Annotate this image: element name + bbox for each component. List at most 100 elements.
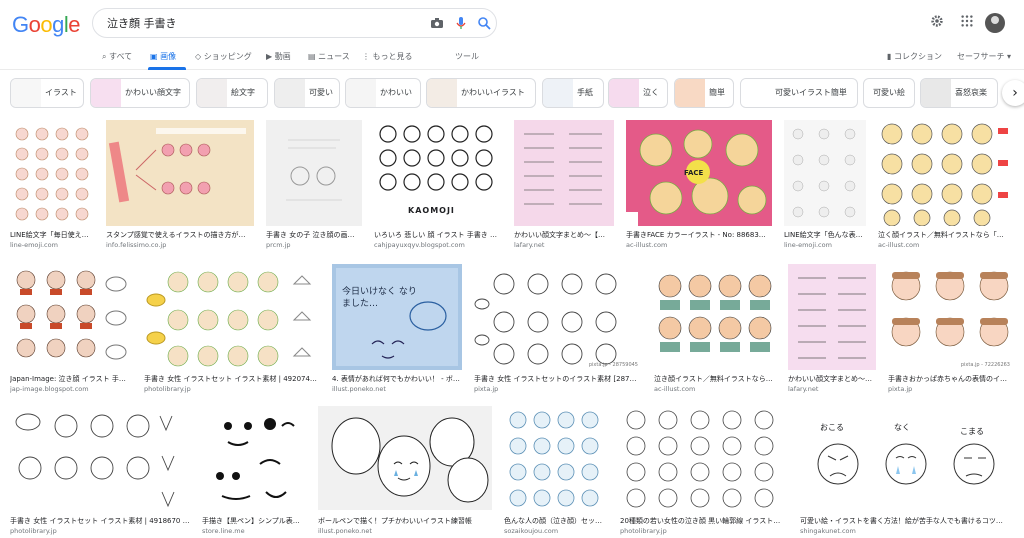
result-image[interactable]	[10, 406, 190, 510]
tab-tools[interactable]: ツール	[455, 51, 479, 62]
result-title[interactable]: 色んな人の顔（泣き顔）セッ…	[504, 516, 608, 526]
result-tile[interactable]: pixta.jp - 72226263 手書きおかっぱ赤ちゃんの表情のイ… pi…	[888, 264, 1014, 396]
result-image[interactable]: KAOMOJI	[374, 120, 502, 226]
result-tile[interactable]: 手書き 女の子 泣き顔の画… prcm.jp	[266, 120, 362, 250]
result-title[interactable]: LINE絵文字「毎日使え…	[10, 230, 94, 240]
result-image[interactable]: FACE	[626, 120, 772, 226]
result-title[interactable]: ボールペンで描く！プチかわいいイラスト練習帳	[318, 516, 492, 526]
result-image[interactable]	[266, 120, 362, 226]
result-tile[interactable]: 色んな人の顔（泣き顔）セッ… sozaikoujou.com	[504, 406, 608, 538]
tab-shopping[interactable]: ◇ ショッピング	[195, 51, 252, 62]
result-tile[interactable]: おこる なく こまる 可愛い絵・イラストを書く方法！絵が苦手な人でも書けるコツ……	[800, 406, 1014, 538]
result-title[interactable]: 可愛い絵・イラストを書く方法！絵が苦手な人でも書けるコツ…	[800, 516, 1014, 526]
result-image[interactable]: 今日いけなく なりました…	[332, 264, 462, 370]
result-title[interactable]: 泣く顔イラスト／無料イラストなら「…	[878, 230, 1012, 240]
search-tabs: ⌕ すべて ▣ 画像 ◇ ショッピング ▶ 動画 ▤ ニュース ⋮ もっと見る …	[0, 48, 1024, 70]
avatar[interactable]	[985, 13, 1005, 33]
result-tile[interactable]: LINE絵文字「毎日使え… line-emoji.com	[10, 120, 94, 250]
result-title[interactable]: Japan-Image: 泣き顔 イラスト 手…	[10, 374, 132, 384]
result-tile[interactable]: KAOMOJI いろいろ 悲しい 顔 イラスト 手書き … cahjpayuxq…	[374, 120, 502, 250]
result-title[interactable]: スタンプ感覚で使えるイラストの描き方が…	[106, 230, 254, 240]
chip-kawaii-e[interactable]: 可愛い絵	[863, 78, 915, 108]
result-tile[interactable]: 今日いけなく なりました… 4. 表情があれば何でもかわいい！ - ボ… ill…	[332, 264, 462, 396]
google-logo[interactable]: Google	[12, 12, 81, 38]
chip-kawaii-easy[interactable]: 可愛いイラスト簡単	[740, 78, 858, 108]
result-source: info.felissimo.co.jp	[106, 241, 167, 249]
tab-all[interactable]: ⌕ すべて	[102, 51, 132, 62]
result-tile[interactable]: LINE絵文字「色んな表… line-emoji.com	[784, 120, 866, 250]
result-image[interactable]	[106, 120, 254, 226]
result-image[interactable]	[10, 264, 132, 370]
result-title[interactable]: 手書き 女性 イラストセットのイラスト素材 [287…	[474, 374, 642, 384]
sticky-note-image	[336, 268, 458, 366]
result-title[interactable]: 手書きFACE カラーイラスト - No: 88683…	[626, 230, 772, 240]
result-title[interactable]: 20種類の若い女性の泣き顔 黒い輪郭線 イラスト…	[620, 516, 788, 526]
result-image[interactable]	[620, 406, 788, 510]
chip-thumb	[741, 79, 771, 107]
result-tile[interactable]: 手書き 女性 イラストセット イラスト素材 | 492074… photolib…	[144, 264, 320, 396]
result-tile[interactable]: 20種類の若い女性の泣き顔 黒い輪郭線 イラスト… photolibrary.j…	[620, 406, 788, 538]
chip-kidoairaku[interactable]: 喜怒哀楽	[920, 78, 998, 108]
tab-news[interactable]: ▤ ニュース	[308, 51, 350, 62]
result-title[interactable]: LINE絵文字「色んな表…	[784, 230, 866, 240]
search-input[interactable]: 泣き顔 手書き	[107, 15, 177, 31]
search-box[interactable]: 泣き顔 手書き	[92, 8, 497, 38]
result-tile[interactable]: Japan-Image: 泣き顔 イラスト 手… jap-image.blogs…	[10, 264, 132, 396]
result-tile[interactable]: かわいい顔文字まとめ～【… lafary.net	[788, 264, 876, 396]
result-image[interactable]	[784, 120, 866, 226]
result-image[interactable]	[202, 406, 306, 510]
result-image[interactable]	[878, 120, 1012, 226]
result-tile[interactable]: 手書き 女性 イラストセット イラスト素材 | 4918670 … photol…	[10, 406, 190, 538]
chip-kaomoji[interactable]: かわいい顔文字	[90, 78, 190, 108]
result-title[interactable]: いろいろ 悲しい 顔 イラスト 手書き …	[374, 230, 502, 240]
result-tile[interactable]: FACE 手書きFACE カラーイラスト - No: 88683… ac-ill…	[626, 120, 772, 250]
tab-videos[interactable]: ▶ 動画	[266, 51, 291, 62]
result-title[interactable]: 手描き【黒ペン】シンプル表…	[202, 516, 306, 526]
result-image[interactable]	[514, 120, 614, 226]
result-image[interactable]: pixta.jp - 28759045	[474, 264, 642, 370]
result-image[interactable]	[788, 264, 876, 370]
result-image[interactable]	[318, 406, 492, 510]
tab-images[interactable]: ▣ 画像	[150, 51, 176, 62]
tab-more[interactable]: ⋮ もっと見る	[362, 51, 413, 62]
result-title[interactable]: 手書き 女の子 泣き顔の画…	[266, 230, 362, 240]
chip-kawaii-illust[interactable]: かわいいイラスト	[426, 78, 536, 108]
apps-grid-icon[interactable]	[960, 14, 974, 28]
result-image[interactable]: おこる なく こまる	[800, 406, 1014, 510]
result-tile[interactable]: ボールペンで描く！プチかわいいイラスト練習帳 illust.poneko.net	[318, 406, 492, 538]
settings-gear-icon[interactable]	[930, 14, 944, 28]
chip-kawaii[interactable]: 可愛い	[274, 78, 340, 108]
result-image[interactable]	[504, 406, 608, 510]
chip-easy[interactable]: 簡単	[674, 78, 734, 108]
result-title[interactable]: かわいい顔文字まとめ～【…	[514, 230, 614, 240]
result-tile[interactable]: pixta.jp - 28759045 手書き 女性 イラストセットのイラスト素…	[474, 264, 642, 396]
result-tile[interactable]: かわいい顔文字まとめ～【… lafary.net	[514, 120, 614, 250]
result-image[interactable]: pixta.jp - 72226263	[888, 264, 1014, 370]
safesearch-toggle[interactable]: セーフサーチ ▾	[957, 51, 1011, 62]
result-image[interactable]	[654, 264, 776, 370]
chip-emoji[interactable]: 絵文字	[196, 78, 268, 108]
result-title[interactable]: かわいい顔文字まとめ～【…	[788, 374, 876, 384]
result-title[interactable]: 手書き 女性 イラストセット イラスト素材 | 492074…	[144, 374, 320, 384]
result-image[interactable]	[144, 264, 320, 370]
chip-letter[interactable]: 手紙	[542, 78, 604, 108]
result-title[interactable]: 4. 表情があれば何でもかわいい！ - ボ…	[332, 374, 462, 384]
result-title[interactable]: 手書きおかっぱ赤ちゃんの表情のイ…	[888, 374, 1014, 384]
search-icon[interactable]	[476, 15, 492, 31]
result-title[interactable]: 泣き顔イラスト／無料イラストなら「…	[654, 374, 776, 384]
chevron-right-icon[interactable]: ›	[1002, 80, 1024, 106]
chip-kawaii-hira[interactable]: かわいい	[345, 78, 421, 108]
mic-icon[interactable]	[453, 15, 469, 31]
result-image[interactable]	[10, 120, 94, 226]
result-tile[interactable]: 泣き顔イラスト／無料イラストなら「… ac-illust.com	[654, 264, 776, 396]
result-title[interactable]: 手書き 女性 イラストセット イラスト素材 | 4918670 …	[10, 516, 190, 526]
chip-naku[interactable]: 泣く	[608, 78, 668, 108]
result-tile[interactable]: 手描き【黒ペン】シンプル表… store.line.me	[202, 406, 306, 538]
collections-link[interactable]: ▮ コレクション	[887, 51, 942, 62]
woman-illust-set-pixta-image	[474, 273, 617, 365]
chip-label: 泣く	[643, 88, 659, 97]
result-tile[interactable]: スタンプ感覚で使えるイラストの描き方が… info.felissimo.co.j…	[106, 120, 254, 250]
camera-icon[interactable]	[429, 15, 445, 31]
chip-illust[interactable]: イラスト	[10, 78, 84, 108]
result-tile[interactable]: 泣く顔イラスト／無料イラストなら「… ac-illust.com	[878, 120, 1012, 250]
